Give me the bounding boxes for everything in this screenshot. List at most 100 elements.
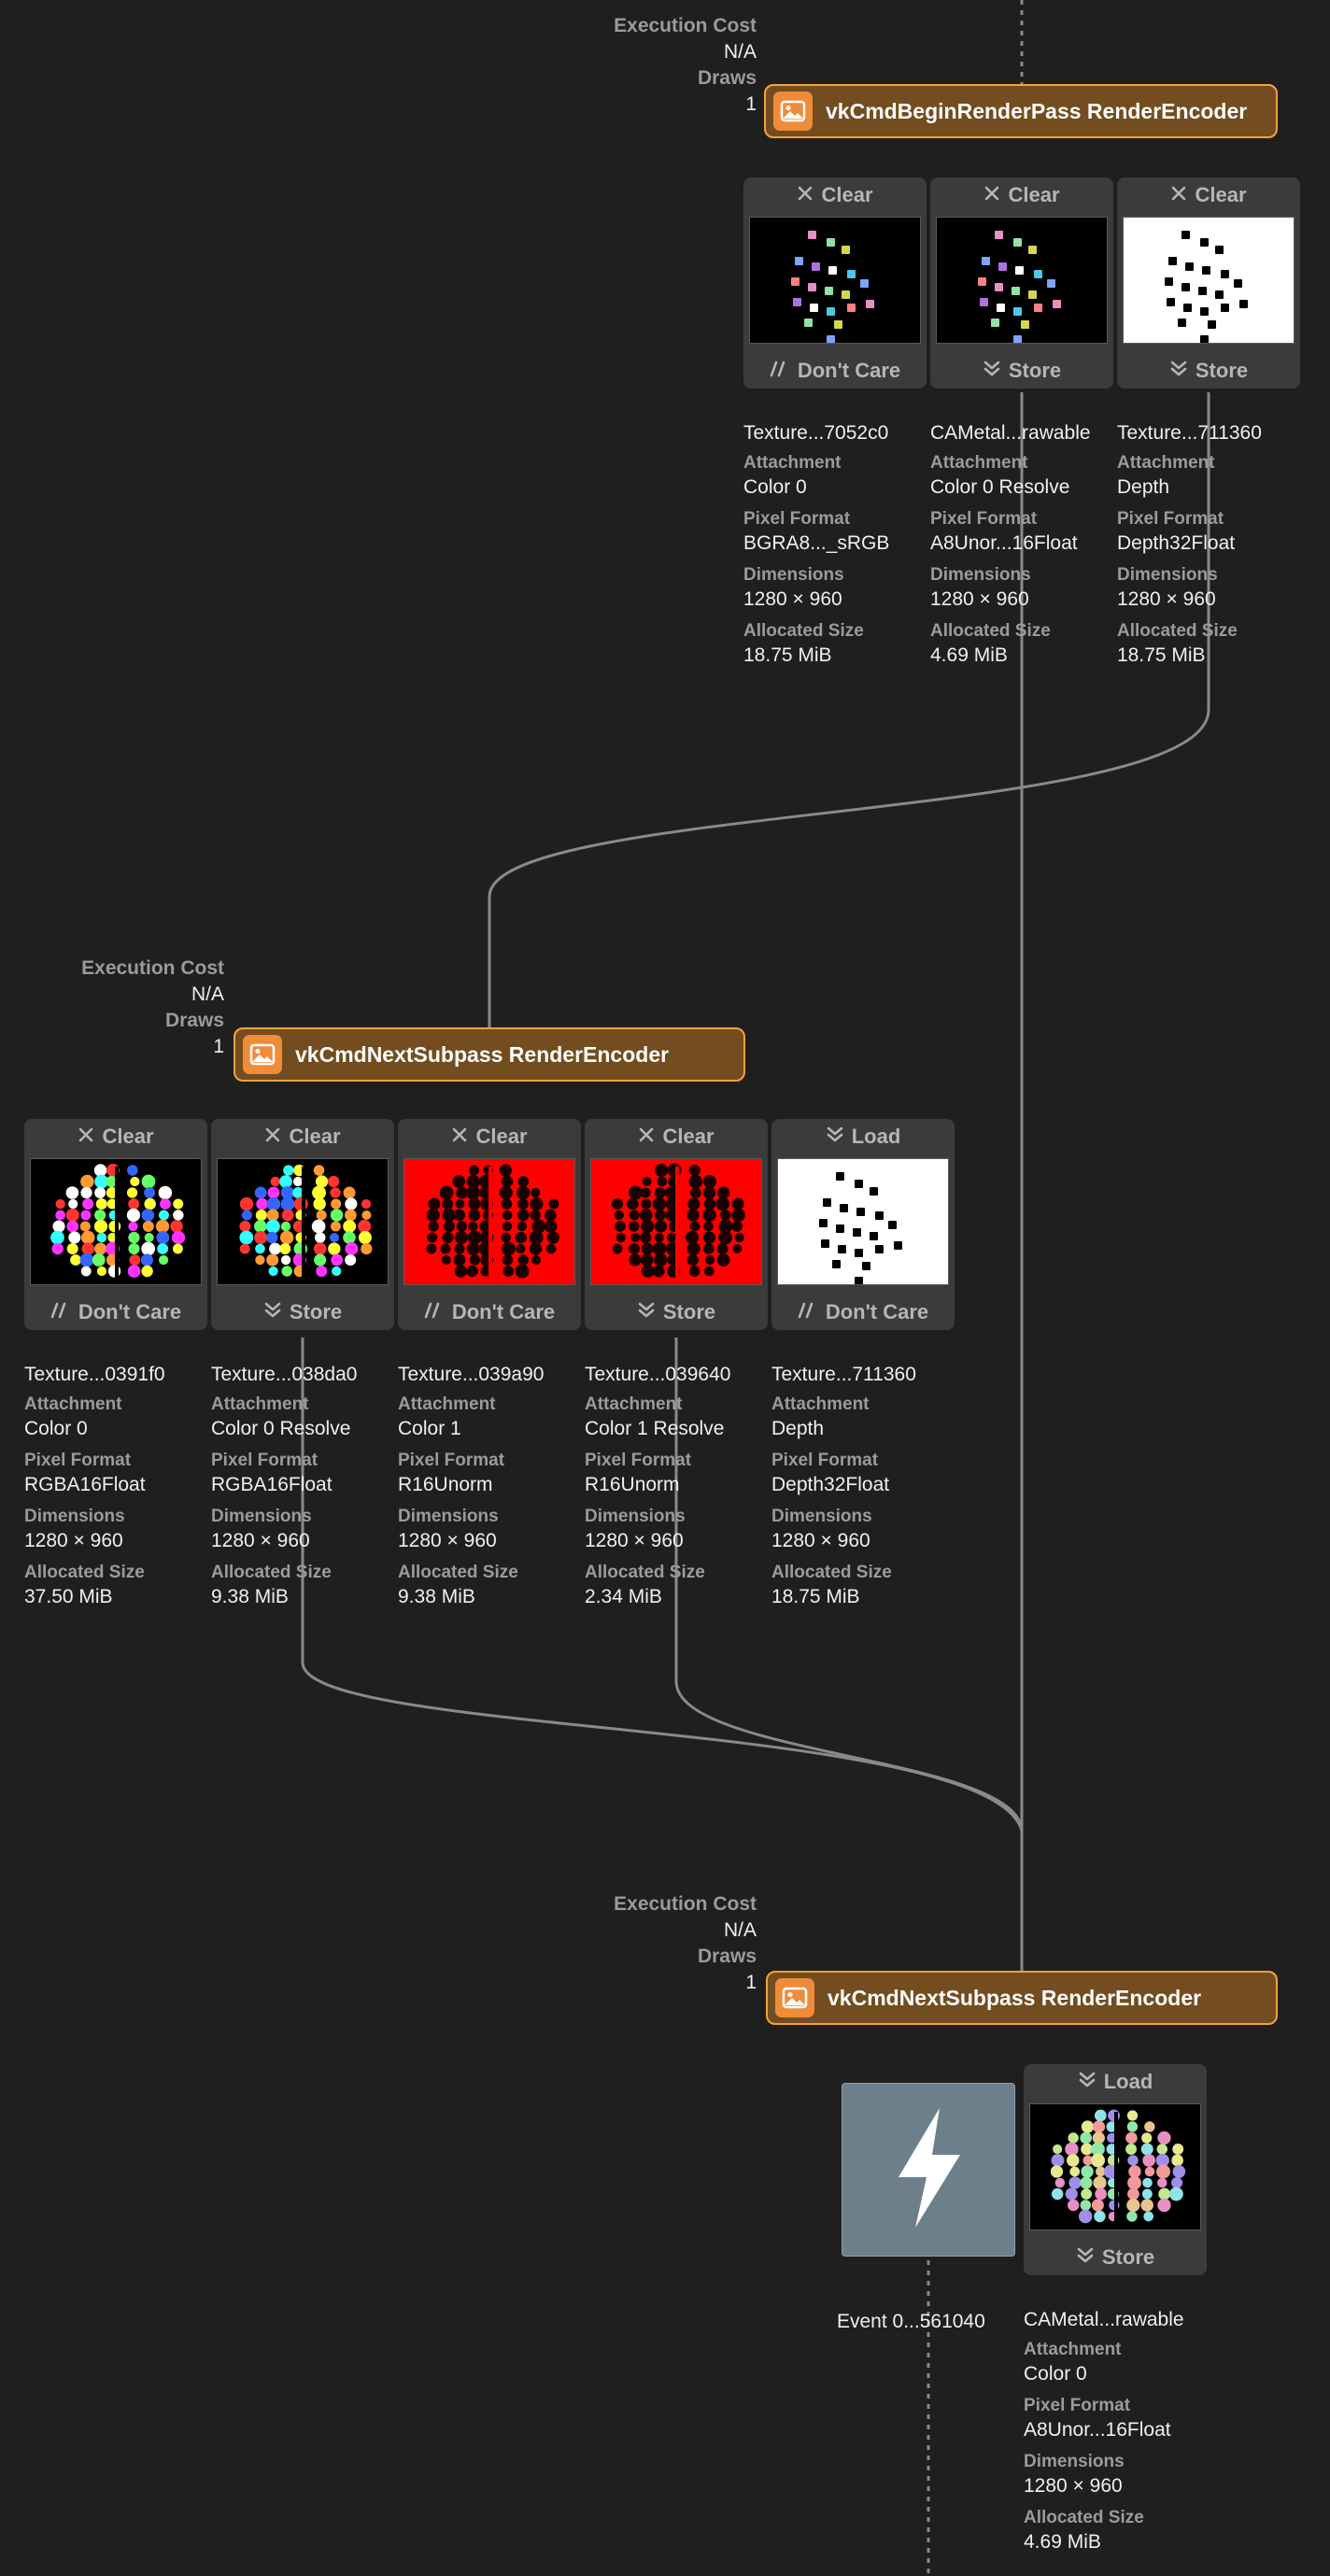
attachment-value: Color 0 (24, 1418, 88, 1439)
dont-care-icon (798, 1300, 826, 1324)
load-action: Clear (211, 1121, 394, 1153)
load-action: Load (771, 1121, 955, 1153)
attachment-info: Texture...039a90 Attachment Color 1 Pixe… (398, 1362, 581, 1617)
dimensions-value: 1280 × 960 (24, 1530, 123, 1551)
attachment-label: Attachment (398, 1394, 496, 1414)
store-action: Don't Care (398, 1296, 581, 1328)
attachment-label: Attachment (771, 1394, 870, 1414)
image-icon (775, 1978, 814, 2017)
close-icon (638, 1125, 662, 1149)
load-action: Clear (398, 1121, 581, 1153)
load-action-label: Clear (475, 1125, 528, 1148)
load-action-label: Clear (1195, 183, 1247, 206)
store-action: Don't Care (771, 1296, 955, 1328)
attachment-value: Depth (1117, 476, 1170, 498)
texture-thumbnail[interactable] (936, 217, 1108, 344)
allocated-size-value: 4.69 MiB (1024, 2531, 1101, 2553)
draws-value: 1 (745, 1972, 757, 1993)
dont-care-icon (424, 1300, 452, 1324)
attachment-card[interactable]: Clear Don't Care (398, 1119, 581, 1330)
dimensions-value: 1280 × 960 (743, 588, 842, 610)
store-action: Don't Care (743, 355, 927, 387)
texture-name: Texture...711360 (1117, 422, 1262, 444)
attachment-value: Color 0 Resolve (930, 476, 1070, 498)
attachment-card[interactable]: Clear Don't Care (24, 1119, 207, 1330)
render-encoder-node[interactable]: vkCmdNextSubpass RenderEncoder (233, 1027, 745, 1082)
render-encoder-node[interactable]: vkCmdBeginRenderPass RenderEncoder (764, 84, 1278, 138)
render-encoder-node[interactable]: vkCmdNextSubpass RenderEncoder (766, 1971, 1278, 2025)
texture-thumbnail[interactable] (30, 1158, 202, 1285)
store-action-label: Don't Care (451, 1300, 556, 1323)
pixel-format-label: Pixel Format (771, 1451, 879, 1470)
execution-cost-label: Execution Cost (81, 957, 224, 979)
pixel-format-label: Pixel Format (743, 509, 851, 529)
attachment-card[interactable]: Clear Don't Care (743, 177, 927, 389)
texture-name: Texture...7052c0 (743, 422, 889, 444)
texture-thumbnail[interactable] (1123, 217, 1295, 344)
attachment-card[interactable]: Clear Store (211, 1119, 394, 1330)
allocated-size-label: Allocated Size (585, 1563, 705, 1582)
execution-cost-value: N/A (723, 41, 757, 63)
attachment-value: Color 0 (743, 476, 807, 498)
image-icon (773, 92, 813, 131)
load-action: Clear (1117, 179, 1300, 211)
draws-label: Draws (697, 1946, 757, 1967)
chevrons-down-icon (1076, 2245, 1102, 2270)
texture-name: CAMetal...rawable (1024, 2309, 1184, 2330)
dimensions-label: Dimensions (585, 1507, 686, 1526)
allocated-size-value: 4.69 MiB (930, 644, 1008, 666)
attachment-label: Attachment (24, 1394, 122, 1414)
attachment-card[interactable]: Load Store (1024, 2064, 1207, 2275)
event-node[interactable] (842, 2083, 1015, 2257)
dimensions-value: 1280 × 960 (930, 588, 1029, 610)
attachment-value: Depth (771, 1418, 825, 1439)
texture-thumbnail[interactable] (749, 217, 921, 344)
attachment-value: Color 0 Resolve (211, 1418, 351, 1439)
draws-value: 1 (213, 1036, 224, 1057)
execution-cost-label: Execution Cost (614, 15, 757, 36)
store-action-label: Store (289, 1300, 343, 1323)
chevrons-down-icon (1078, 2070, 1104, 2094)
load-action-label: Load (1103, 2070, 1153, 2093)
load-action: Clear (585, 1121, 768, 1153)
encoder-stats: Execution Cost N/A Draws 1 (532, 13, 757, 118)
texture-thumbnail[interactable] (403, 1158, 575, 1285)
texture-thumbnail[interactable] (217, 1158, 389, 1285)
image-icon (243, 1035, 282, 1074)
attachment-info: CAMetal...rawable Attachment Color 0 Res… (930, 420, 1113, 675)
dimensions-label: Dimensions (211, 1507, 312, 1526)
allocated-size-label: Allocated Size (930, 621, 1051, 641)
attachment-value: Color 1 Resolve (585, 1418, 725, 1439)
load-action: Clear (743, 179, 927, 211)
pixel-format-value: R16Unorm (585, 1474, 680, 1495)
load-action: Load (1024, 2066, 1207, 2098)
dimensions-value: 1280 × 960 (1024, 2475, 1123, 2497)
attachment-info: Texture...038da0 Attachment Color 0 Reso… (211, 1362, 394, 1617)
pixel-format-value: A8Unor...16Float (1024, 2419, 1171, 2441)
dimensions-label: Dimensions (743, 565, 844, 585)
close-icon (451, 1125, 475, 1149)
attachment-card[interactable]: Clear Store (585, 1119, 768, 1330)
encoder-stats: Execution Cost N/A Draws 1 (0, 955, 224, 1060)
attachment-info: Texture...039640 Attachment Color 1 Reso… (585, 1362, 768, 1617)
store-action-label: Store (1008, 359, 1062, 382)
dimensions-label: Dimensions (1117, 565, 1218, 585)
pixel-format-value: RGBA16Float (24, 1474, 146, 1495)
attachment-info: Texture...7052c0 Attachment Color 0 Pixe… (743, 420, 927, 675)
texture-name: Texture...039640 (585, 1364, 731, 1385)
texture-thumbnail[interactable] (590, 1158, 762, 1285)
allocated-size-value: 9.38 MiB (211, 1586, 289, 1607)
load-action-label: Load (851, 1125, 901, 1148)
texture-thumbnail[interactable] (777, 1158, 949, 1285)
dimensions-value: 1280 × 960 (771, 1530, 870, 1551)
attachment-card[interactable]: Load Don't Care (771, 1119, 955, 1330)
texture-thumbnail[interactable] (1029, 2103, 1201, 2230)
chevrons-down-icon (983, 359, 1009, 383)
attachment-card[interactable]: Clear Store (930, 177, 1113, 389)
encoder-title: vkCmdBeginRenderPass RenderEncoder (826, 98, 1248, 123)
attachment-card[interactable]: Clear Store (1117, 177, 1300, 389)
dimensions-label: Dimensions (771, 1507, 872, 1526)
close-icon (1170, 183, 1195, 207)
load-action-label: Clear (289, 1125, 341, 1148)
draws-value: 1 (745, 93, 757, 115)
